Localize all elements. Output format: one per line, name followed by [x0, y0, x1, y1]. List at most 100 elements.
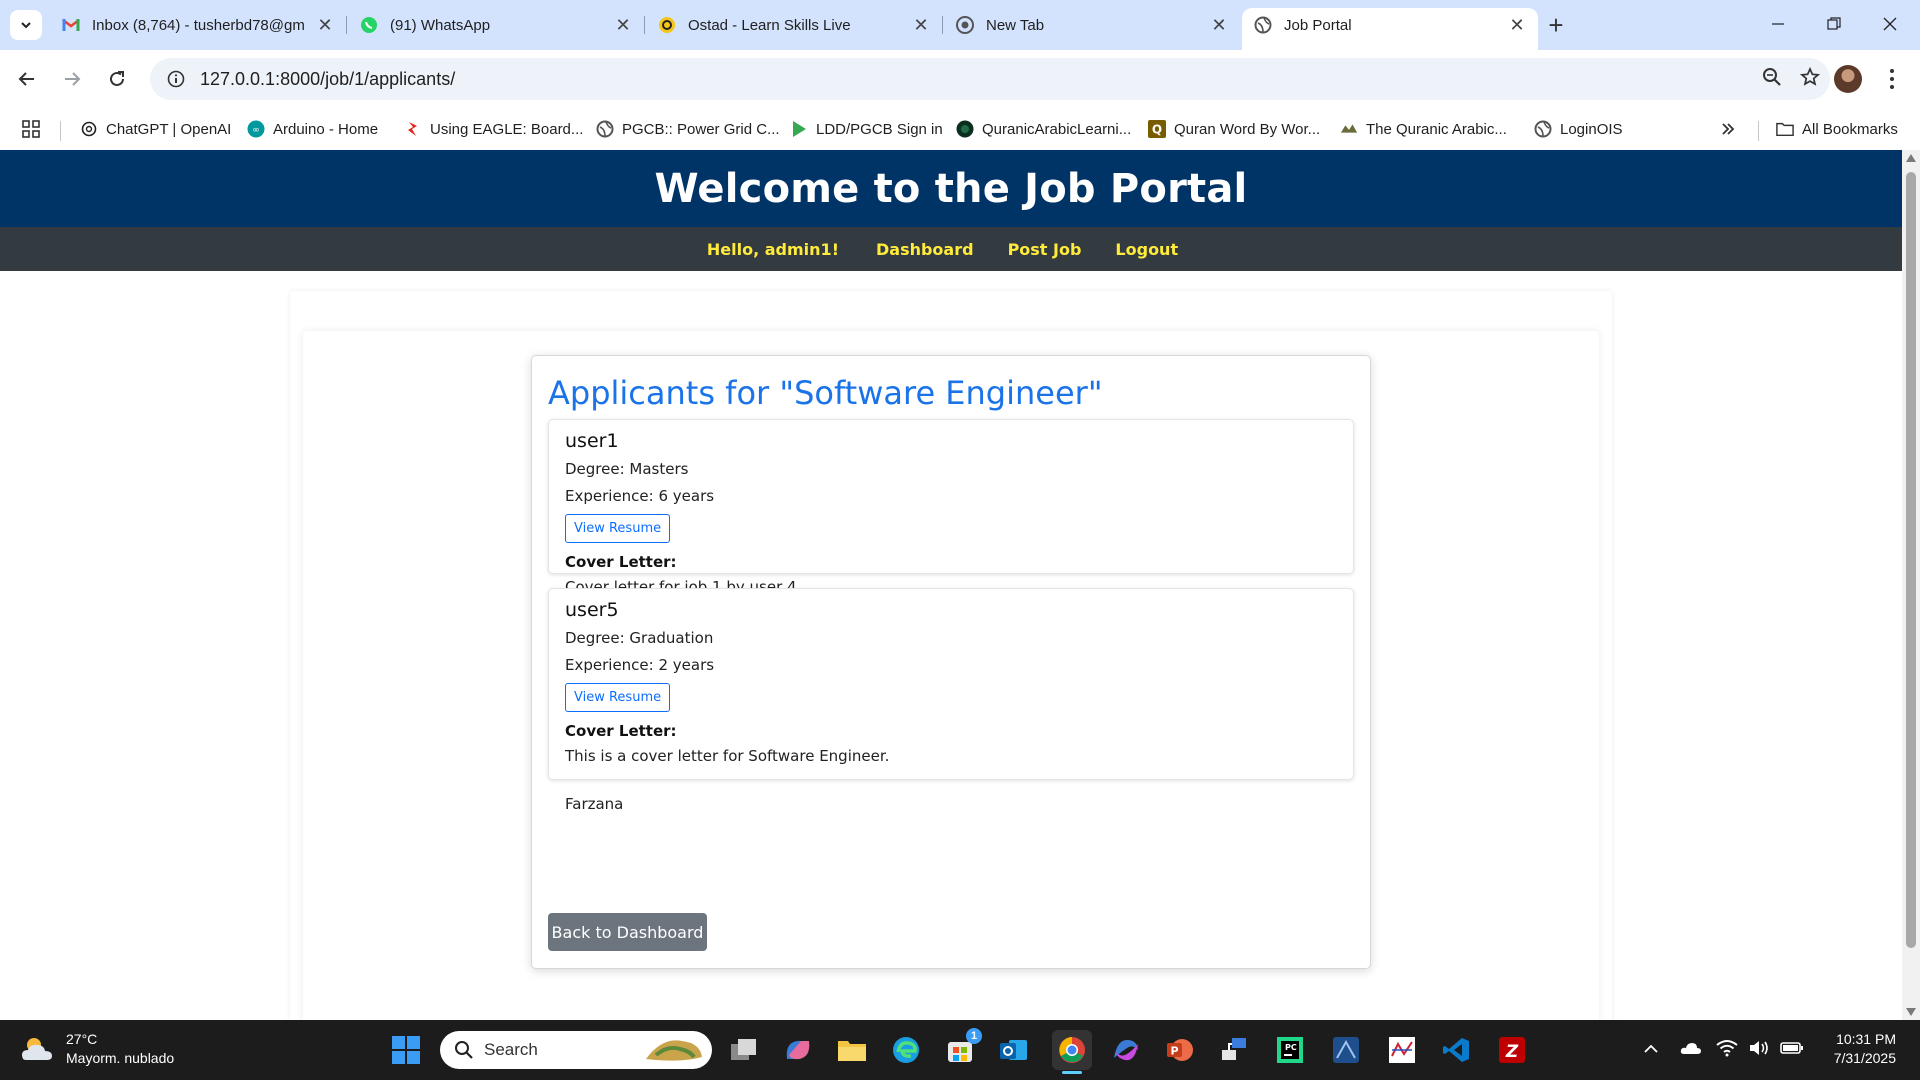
cover-letter-label: Cover Letter:	[565, 553, 677, 571]
network-tool-icon[interactable]	[1218, 1034, 1250, 1066]
close-icon[interactable]: ✕	[614, 15, 632, 35]
nav-link-dashboard[interactable]: Dashboard	[876, 240, 974, 259]
bookmark-quranic-arabic-learning[interactable]: QuranicArabicLearni...	[956, 117, 1131, 141]
file-explorer-icon[interactable]	[836, 1034, 868, 1066]
url-text[interactable]: 127.0.0.1:8000/job/1/applicants/	[200, 69, 455, 90]
windows-taskbar: 27°C Mayorm. nublado Search 1 P PC Z 10:…	[0, 1020, 1920, 1080]
bookmark-chatgpt[interactable]: ChatGPT | OpenAI	[80, 117, 231, 141]
bookmark-ldd-pgcb[interactable]: LDD/PGCB Sign in	[790, 117, 943, 141]
bookmark-label: PGCB:: Power Grid C...	[622, 120, 780, 138]
close-icon[interactable]: ✕	[912, 15, 930, 35]
tab-job-portal[interactable]: Job Portal ✕	[1242, 8, 1538, 50]
onedrive-icon[interactable]	[1680, 1040, 1702, 1061]
nav-link-post-job[interactable]: Post Job	[1008, 240, 1082, 259]
weather-widget[interactable]: 27°C Mayorm. nublado	[20, 1030, 174, 1068]
close-icon[interactable]: ✕	[1210, 15, 1228, 35]
nav-link-logout[interactable]: Logout	[1115, 240, 1178, 259]
battery-icon[interactable]	[1780, 1040, 1804, 1061]
microsoft-store-icon[interactable]: 1	[944, 1028, 982, 1066]
all-bookmarks-button[interactable]: All Bookmarks	[1776, 117, 1898, 141]
restore-icon	[1827, 17, 1841, 30]
zoom-icon[interactable]	[1762, 67, 1782, 92]
cover-letter-text: This is a cover letter for Software Engi…	[565, 747, 890, 813]
bookmarks-divider	[1758, 121, 1759, 141]
window-close-button[interactable]	[1870, 8, 1910, 40]
bookmark-loginois[interactable]: LoginOIS	[1534, 117, 1623, 141]
bookmark-label: LoginOIS	[1560, 120, 1623, 138]
bookmark-quran-word-by-word[interactable]: Q Quran Word By Wor...	[1148, 117, 1320, 141]
filezilla-icon[interactable]: Z	[1496, 1034, 1528, 1066]
globe-icon	[596, 120, 614, 138]
vscode-icon[interactable]	[1440, 1034, 1472, 1066]
scroll-up-arrow-icon[interactable]	[1906, 154, 1916, 162]
powerpoint-icon[interactable]: P	[1164, 1034, 1196, 1066]
globe-icon	[1254, 16, 1272, 34]
chrome-taskbar-icon[interactable]	[1052, 1030, 1092, 1074]
volume-icon[interactable]	[1748, 1039, 1770, 1062]
graph-app-icon[interactable]	[1386, 1034, 1418, 1066]
applicant-experience: Experience: 2 years	[565, 656, 715, 674]
pycharm-icon[interactable]: PC	[1274, 1034, 1306, 1066]
tab-whatsapp[interactable]: (91) WhatsApp ✕	[348, 8, 645, 42]
site-header: Welcome to the Job Portal	[0, 150, 1902, 227]
bookmark-arduino[interactable]: ∞ Arduino - Home	[247, 117, 378, 141]
back-to-dashboard-button[interactable]: Back to Dashboard	[548, 913, 707, 951]
close-icon[interactable]: ✕	[1508, 15, 1526, 35]
weather-desc: Mayorm. nublado	[66, 1050, 175, 1066]
chevron-down-icon	[21, 22, 31, 29]
all-bookmarks-label: All Bookmarks	[1802, 120, 1898, 138]
task-view-icon[interactable]	[728, 1034, 760, 1066]
bookmarks-divider	[60, 121, 61, 141]
minimize-button[interactable]	[1758, 8, 1798, 40]
close-icon	[1883, 17, 1897, 31]
ostad-icon	[658, 16, 676, 34]
new-tab-button[interactable]: +	[1542, 10, 1570, 40]
copilot-icon[interactable]	[782, 1034, 814, 1066]
bookmark-eagle[interactable]: Using EAGLE: Board...	[404, 117, 583, 141]
start-button[interactable]	[390, 1034, 422, 1066]
forward-button[interactable]	[55, 62, 89, 96]
close-icon[interactable]: ✕	[316, 15, 334, 35]
scrollbar-thumb[interactable]	[1906, 172, 1916, 948]
tab-title: (91) WhatsApp	[390, 16, 491, 34]
svg-text:Z: Z	[1505, 1042, 1519, 1062]
applicant-degree: Degree: Masters	[565, 460, 689, 478]
scroll-down-arrow-icon[interactable]	[1906, 1008, 1916, 1016]
reload-icon	[110, 71, 124, 86]
taskbar-clock[interactable]: 10:31 PM 7/31/2025	[1820, 1030, 1896, 1068]
m365-icon[interactable]	[1110, 1034, 1142, 1066]
applicant-experience: Experience: 6 years	[565, 487, 715, 505]
bookmark-quranic-arabic[interactable]: The Quranic Arabic...	[1340, 117, 1507, 141]
tab-gmail[interactable]: Inbox (8,764) - tusherbd78@gm ✕	[50, 8, 347, 42]
address-bar[interactable]: 127.0.0.1:8000/job/1/applicants/	[150, 58, 1830, 100]
more-bookmarks-icon[interactable]	[1720, 117, 1736, 141]
site-title: Welcome to the Job Portal	[654, 165, 1248, 212]
page-scrollbar[interactable]	[1902, 150, 1920, 1020]
bookmark-pgcb[interactable]: PGCB:: Power Grid C...	[596, 117, 780, 141]
view-resume-button[interactable]: View Resume	[565, 514, 671, 543]
tab-ostad[interactable]: Ostad - Learn Skills Live ✕	[646, 8, 943, 42]
browser-menu-icon[interactable]	[1880, 64, 1904, 94]
view-resume-button[interactable]: View Resume	[565, 683, 671, 712]
tab-title: Inbox (8,764) - tusherbd78@gm	[92, 16, 305, 34]
chevron-up-icon[interactable]	[1644, 1041, 1658, 1059]
app-icon[interactable]	[1330, 1034, 1362, 1066]
restore-button[interactable]	[1814, 8, 1854, 40]
outlook-icon[interactable]	[998, 1034, 1030, 1066]
site-info-icon[interactable]	[156, 70, 196, 88]
store-badge: 1	[966, 1028, 982, 1044]
tab-new-tab[interactable]: New Tab ✕	[944, 8, 1240, 42]
bookmark-star-icon[interactable]	[1799, 66, 1821, 92]
cloudy-weather-icon	[22, 1038, 52, 1060]
reload-button[interactable]	[100, 62, 134, 96]
profile-avatar[interactable]	[1834, 65, 1862, 93]
taskbar-search[interactable]: Search	[440, 1031, 712, 1069]
edge-icon[interactable]	[890, 1034, 922, 1066]
wifi-icon[interactable]	[1716, 1039, 1738, 1062]
openai-icon	[80, 120, 98, 138]
q-icon: Q	[1148, 120, 1166, 138]
user-greeting: Hello, admin1!	[706, 239, 839, 259]
apps-grid-icon[interactable]	[22, 117, 40, 141]
back-button[interactable]	[10, 62, 44, 96]
tab-search-button[interactable]	[10, 10, 42, 40]
